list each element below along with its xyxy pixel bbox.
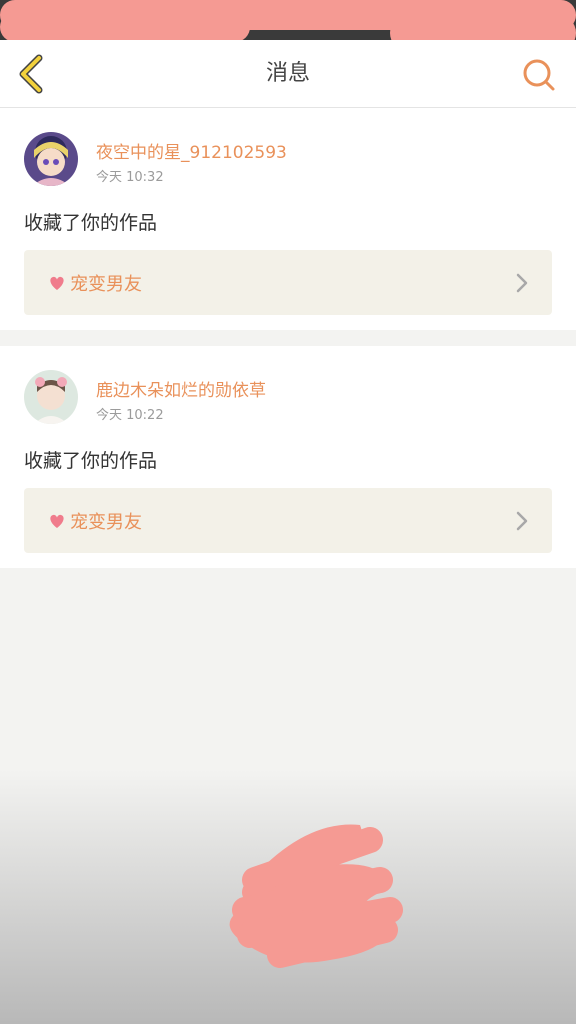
heart-icon xyxy=(50,514,64,528)
search-button[interactable] xyxy=(522,58,556,92)
page-title: 消息 xyxy=(265,61,310,86)
nav-bar: 消息 xyxy=(0,40,576,108)
avatar[interactable] xyxy=(24,370,78,424)
work-link[interactable]: 宠变男友 xyxy=(24,250,552,315)
action-text: 收藏了你的作品 xyxy=(24,450,158,472)
avatar[interactable] xyxy=(24,132,78,186)
username[interactable]: 夜空中的星_912102593 xyxy=(96,138,287,163)
avatar-image xyxy=(24,132,78,186)
redaction-scribble xyxy=(0,12,250,42)
avatar-image xyxy=(24,370,78,424)
work-title: 宠变男友 xyxy=(70,511,142,533)
work-title: 宠变男友 xyxy=(70,273,142,295)
heart-icon xyxy=(50,276,64,290)
timestamp: 今天 10:32 xyxy=(96,170,164,185)
work-link[interactable]: 宠变男友 xyxy=(24,488,552,553)
status-bar xyxy=(0,0,576,52)
timestamp: 今天 10:22 xyxy=(96,408,164,423)
search-icon xyxy=(523,59,555,91)
chevron-right-icon xyxy=(516,273,528,293)
message-card: 夜空中的星_912102593 今天 10:32 收藏了你的作品 宠变男友 xyxy=(0,108,576,330)
message-card: 鹿边木朵如烂的勋依草 今天 10:22 收藏了你的作品 宠变男友 xyxy=(0,346,576,568)
redaction-scribble xyxy=(229,824,403,968)
action-text: 收藏了你的作品 xyxy=(24,212,158,234)
chevron-right-icon xyxy=(516,511,528,531)
username[interactable]: 鹿边木朵如烂的勋依草 xyxy=(96,376,266,401)
